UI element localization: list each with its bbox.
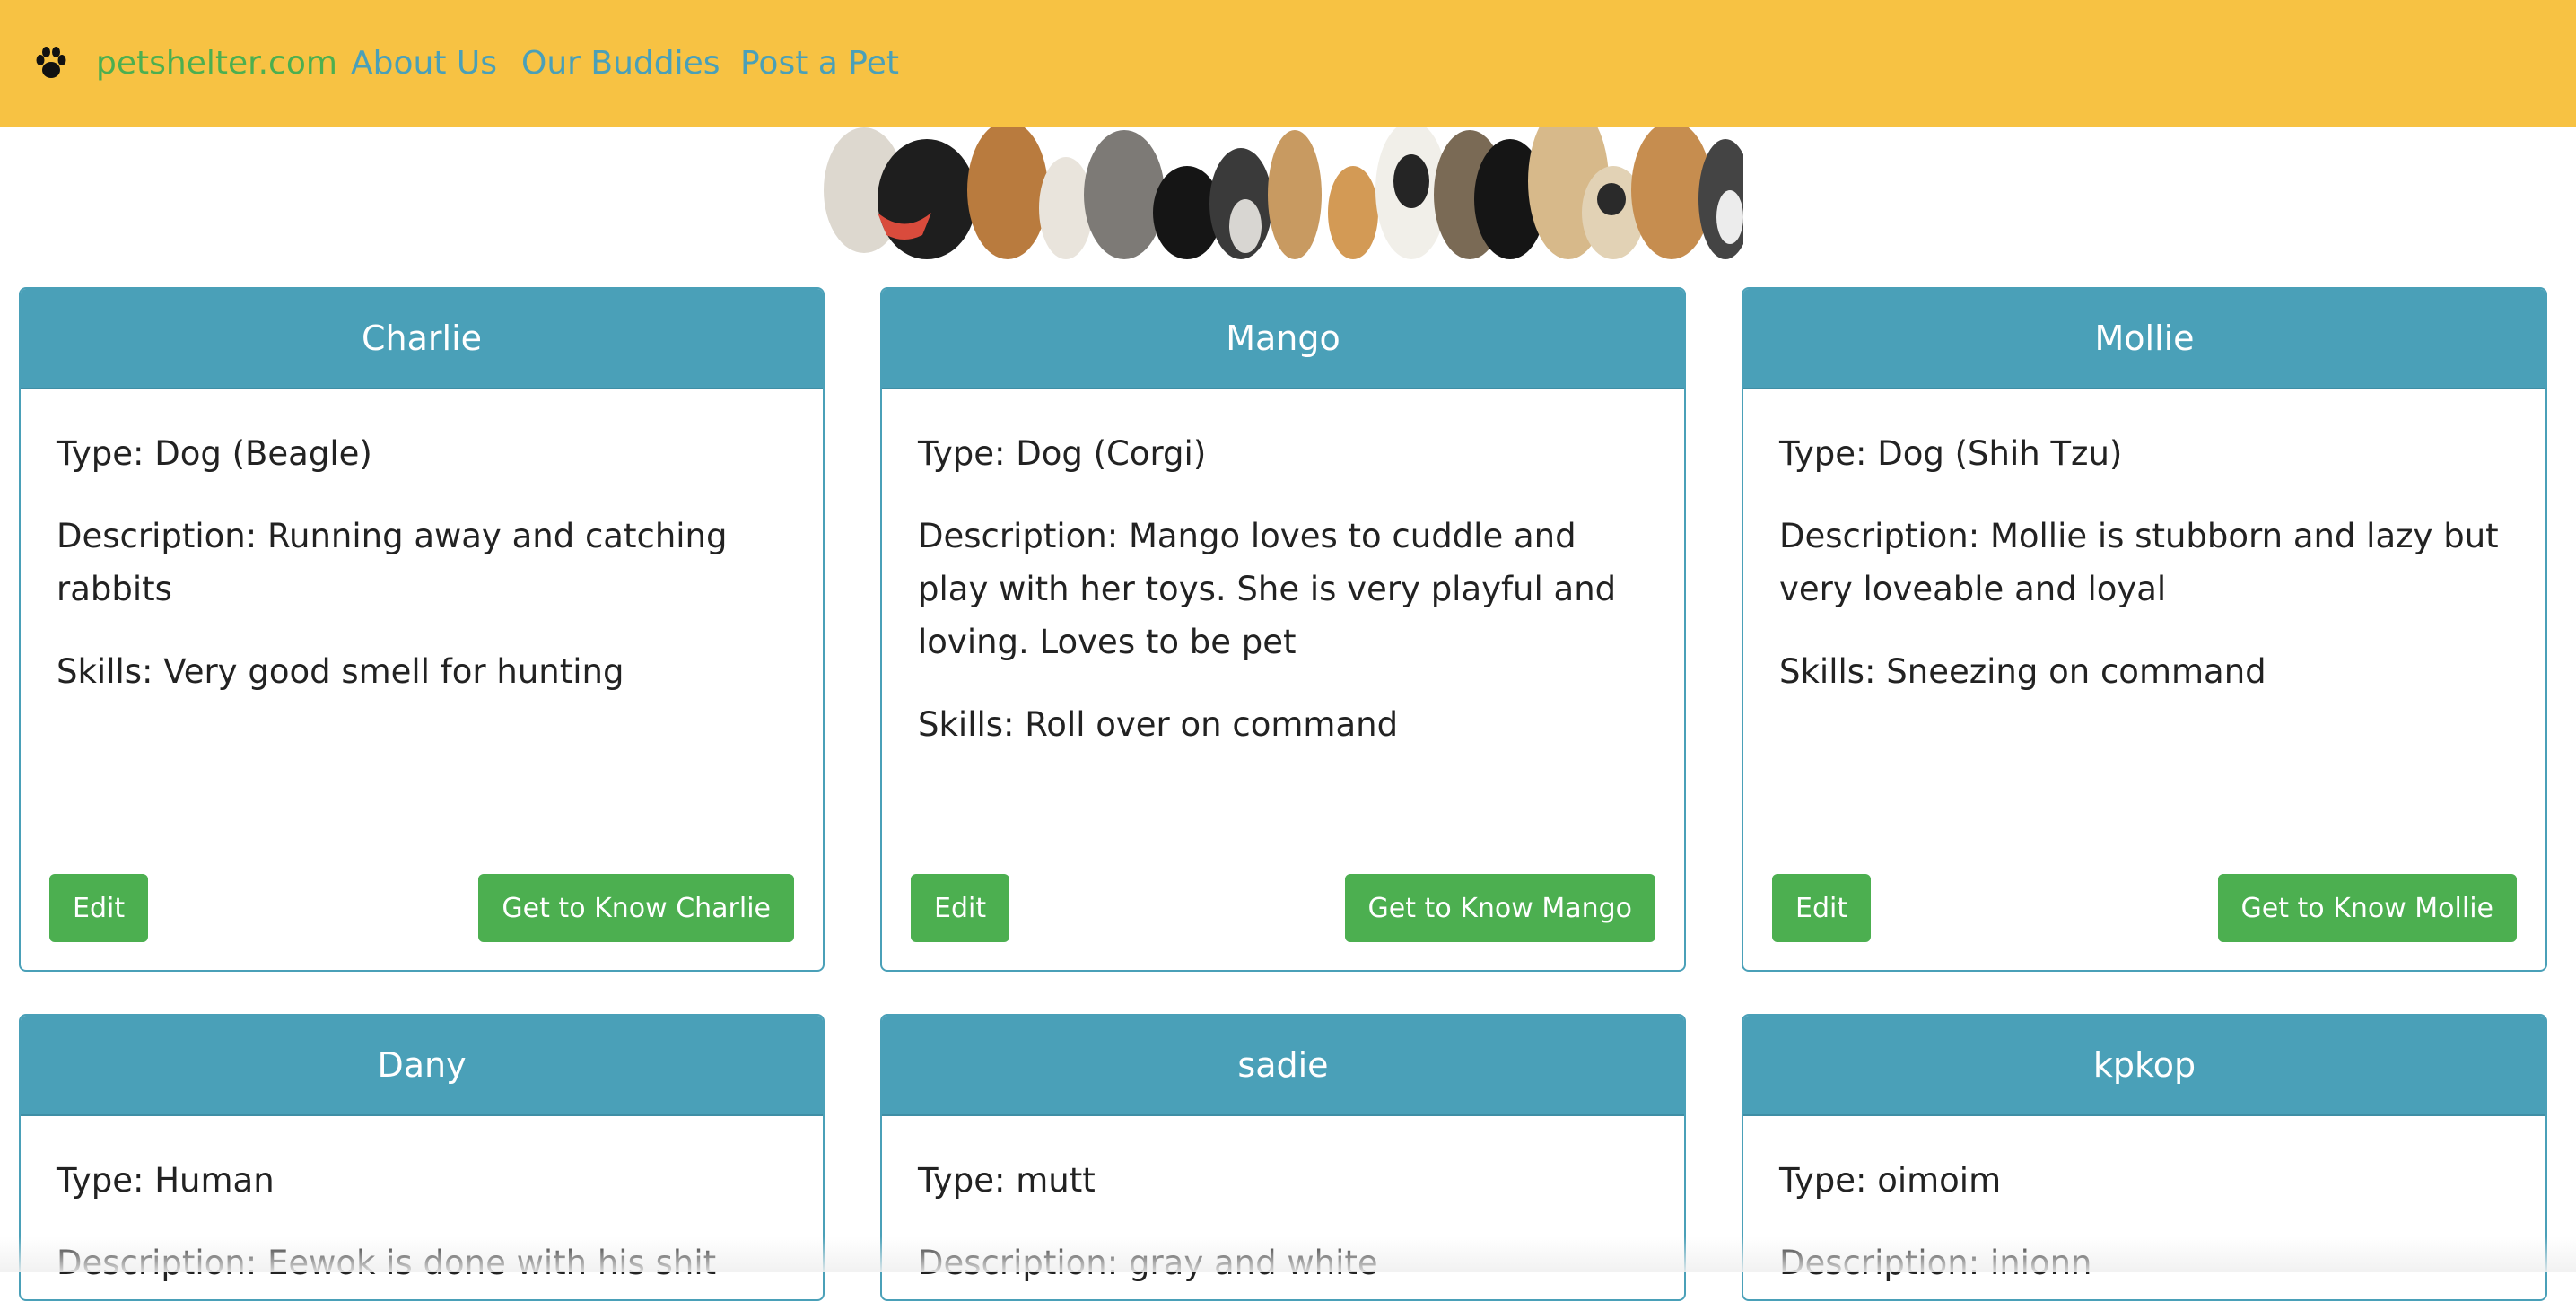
- pet-type: Type: oimoim: [1779, 1161, 2002, 1200]
- nav-our-buddies[interactable]: Our Buddies: [521, 40, 720, 87]
- pet-card-name: Mollie: [1743, 289, 2545, 389]
- pet-card-name: Mango: [882, 289, 1684, 389]
- dogs-banner-image: [824, 127, 1743, 259]
- pet-description: Description: Running away and catching r…: [57, 517, 728, 608]
- pet-skills: Skills: Roll over on command: [918, 705, 1399, 744]
- pet-type: Type: Dog (Corgi): [918, 434, 1207, 473]
- edit-button[interactable]: Edit: [1772, 874, 1872, 942]
- brand-link[interactable]: petshelter.com: [96, 40, 337, 87]
- pet-card-mango: Mango Type: Dog (Corgi) Description: Man…: [880, 287, 1686, 972]
- pet-type: Type: Dog (Shih Tzu): [1779, 434, 2123, 473]
- get-to-know-button[interactable]: Get to Know Mollie: [2217, 874, 2517, 942]
- get-to-know-button[interactable]: Get to Know Mango: [1344, 874, 1655, 942]
- pet-skills: Skills: Very good smell for hunting: [57, 652, 624, 691]
- pet-description: Description: Mango loves to cuddle and p…: [918, 517, 1617, 661]
- pet-card-name: Charlie: [21, 289, 823, 389]
- paw-icon: [36, 47, 66, 78]
- pet-type: Type: Dog (Beagle): [57, 434, 372, 473]
- pet-description: Description: Mollie is stubborn and lazy…: [1779, 517, 2499, 608]
- pet-type: Type: Human: [57, 1161, 275, 1200]
- nav-post-a-pet[interactable]: Post a Pet: [740, 40, 899, 87]
- pet-skills: Skills: Sneezing on command: [1779, 652, 2266, 691]
- bottom-fade: [0, 1236, 2576, 1272]
- nav-about-us[interactable]: About Us: [351, 40, 497, 87]
- pet-card-mollie: Mollie Type: Dog (Shih Tzu) Description:…: [1742, 287, 2547, 972]
- pet-type: Type: mutt: [918, 1161, 1096, 1200]
- pet-card-name: sadie: [882, 1016, 1684, 1116]
- edit-button[interactable]: Edit: [49, 874, 149, 942]
- edit-button[interactable]: Edit: [911, 874, 1010, 942]
- navbar: petshelter.com About Us Our Buddies Post…: [0, 0, 2576, 127]
- pet-card-name: kpkop: [1743, 1016, 2545, 1116]
- pet-card-name: Dany: [21, 1016, 823, 1116]
- get-to-know-button[interactable]: Get to Know Charlie: [478, 874, 794, 942]
- pet-card-charlie: Charlie Type: Dog (Beagle) Description: …: [19, 287, 825, 972]
